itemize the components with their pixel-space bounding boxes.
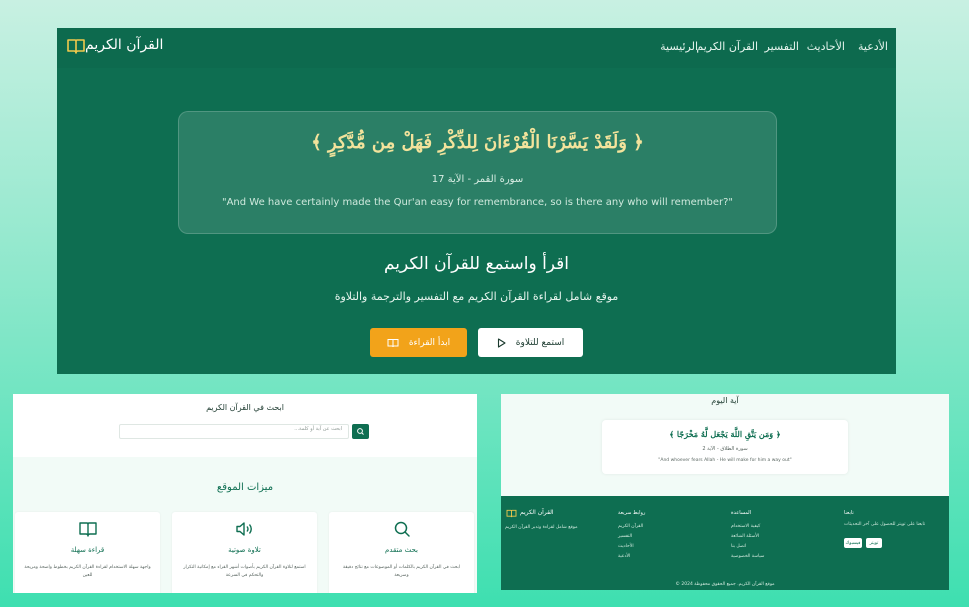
daily-verse-title: آية اليوم bbox=[711, 396, 739, 405]
footer: القرآن الكريم موقع شامل لقراءة وتدبر الق… bbox=[501, 496, 949, 590]
footer-link-quran[interactable]: القرآن الكريم bbox=[618, 524, 643, 529]
start-reading-label: ابدأ القراءة bbox=[408, 337, 451, 348]
footer-brand[interactable]: القرآن الكريم bbox=[520, 509, 554, 516]
search-section: ابحث في القرآن الكريم ابحث عن آية أو كلم… bbox=[13, 394, 477, 457]
footer-link-tafsir[interactable]: التفسير bbox=[618, 534, 632, 539]
quick-links-title: روابط سريعة bbox=[618, 510, 646, 516]
feature-desc: واجهة سهلة الاستخدام لقراءة القرآن الكري… bbox=[24, 565, 151, 578]
feature-title: قراءة سهلة bbox=[70, 546, 105, 554]
daily-verse-reference: سورة الطلاق - الآية 2 bbox=[702, 446, 748, 452]
footer-link-privacy[interactable]: سياسة الخصوصية bbox=[731, 554, 764, 559]
feature-desc: استمع لتلاوة القرآن الكريم بأصوات أشهر ا… bbox=[183, 565, 306, 578]
nav-item-duas[interactable]: الأدعية bbox=[858, 40, 888, 53]
book-icon bbox=[387, 338, 399, 348]
book-icon bbox=[506, 509, 517, 518]
feature-desc: ابحث في القرآن الكريم بالكلمات أو الموضو… bbox=[342, 565, 461, 578]
navbar: القرآن الكريم الأدعية الأحاديث التفسير ا… bbox=[57, 28, 896, 68]
listen-button[interactable]: استمع للتلاوة bbox=[478, 328, 583, 357]
footer-link-contact[interactable]: اتصل بنا bbox=[731, 544, 746, 549]
footer-link-how-to-use[interactable]: كيفية الاستخدام bbox=[731, 524, 760, 529]
nav-item-quran[interactable]: القرآن الكريم bbox=[696, 40, 758, 53]
feature-card-audio: تلاوة صوتية استمع لتلاوة القرآن الكريم ب… bbox=[172, 512, 317, 593]
nav-item-hadith[interactable]: الأحاديث bbox=[807, 40, 845, 53]
twitter-button[interactable]: تويتر bbox=[866, 538, 882, 548]
copyright: © 2024 موقع القرآن الكريم. جميع الحقوق م… bbox=[675, 582, 775, 587]
feature-card-search: بحث متقدم ابحث في القرآن الكريم بالكلمات… bbox=[329, 512, 474, 593]
speaker-icon bbox=[172, 520, 317, 538]
search-features-page: ابحث في القرآن الكريم ابحث عن آية أو كلم… bbox=[13, 394, 477, 593]
search-button[interactable] bbox=[352, 424, 369, 439]
search-icon bbox=[357, 428, 364, 435]
verse-arabic: ﴿ وَلَقَدْ يَسَّرْنَا الْقُرْءَانَ لِلذِ… bbox=[311, 132, 644, 153]
daily-verse-arabic: ﴿ وَمَن يَتَّقِ اللَّهَ يَجْعَل لَّهُ مَ… bbox=[669, 429, 781, 439]
main-page: القرآن الكريم الأدعية الأحاديث التفسير ا… bbox=[57, 28, 896, 374]
nav-item-tafsir[interactable]: التفسير bbox=[765, 40, 800, 53]
daily-verse-page: آية اليوم ﴿ وَمَن يَتَّقِ اللَّهَ يَجْعَ… bbox=[501, 394, 949, 590]
book-icon bbox=[15, 520, 160, 538]
book-icon bbox=[66, 37, 86, 55]
play-icon bbox=[497, 337, 506, 348]
verse-card: ﴿ وَلَقَدْ يَسَّرْنَا الْقُرْءَانَ لِلذِ… bbox=[178, 111, 777, 234]
start-reading-button[interactable]: ابدأ القراءة bbox=[370, 328, 467, 357]
features-title: ميزات الموقع bbox=[216, 482, 274, 493]
brand-title[interactable]: القرآن الكريم bbox=[85, 37, 163, 53]
feature-card-reading: قراءة سهلة واجهة سهلة الاستخدام لقراءة ا… bbox=[15, 512, 160, 593]
footer-link-hadith[interactable]: الأحاديث bbox=[618, 544, 634, 549]
search-input[interactable]: ابحث عن آية أو كلمة... bbox=[119, 424, 349, 439]
daily-verse-translation: "And whoever fears Allah - He will make … bbox=[658, 458, 792, 463]
nav-item-home[interactable]: الرئيسية bbox=[660, 40, 698, 53]
footer-description: موقع شامل لقراءة وتدبر القرآن الكريم bbox=[505, 525, 578, 530]
hero-title: اقرأ واستمع للقرآن الكريم bbox=[383, 254, 570, 274]
feature-title: تلاوة صوتية bbox=[228, 546, 261, 554]
follow-text: تابعنا على تويتر للحصول على آخر التحديثا… bbox=[844, 522, 926, 527]
feature-title: بحث متقدم bbox=[385, 546, 418, 554]
listen-label: استمع للتلاوة bbox=[515, 337, 565, 348]
search-placeholder: ابحث عن آية أو كلمة... bbox=[294, 426, 342, 432]
follow-title: تابعنا bbox=[844, 510, 854, 516]
hero-subtitle: موقع شامل لقراءة القرآن الكريم مع التفسي… bbox=[334, 290, 619, 303]
facebook-button[interactable]: فيسبوك bbox=[844, 538, 862, 548]
verse-translation: "And We have certainly made the Qur'an e… bbox=[221, 197, 733, 208]
search-icon bbox=[329, 520, 474, 538]
search-title: ابحث في القرآن الكريم bbox=[206, 403, 284, 412]
verse-reference: سورة القمر - الآية 17 bbox=[431, 174, 524, 185]
daily-verse-card: ﴿ وَمَن يَتَّقِ اللَّهَ يَجْعَل لَّهُ مَ… bbox=[602, 420, 848, 474]
help-title: المساعدة bbox=[731, 510, 752, 516]
footer-link-duas[interactable]: الأدعية bbox=[618, 554, 630, 559]
footer-link-faq[interactable]: الأسئلة الشائعة bbox=[731, 534, 759, 539]
